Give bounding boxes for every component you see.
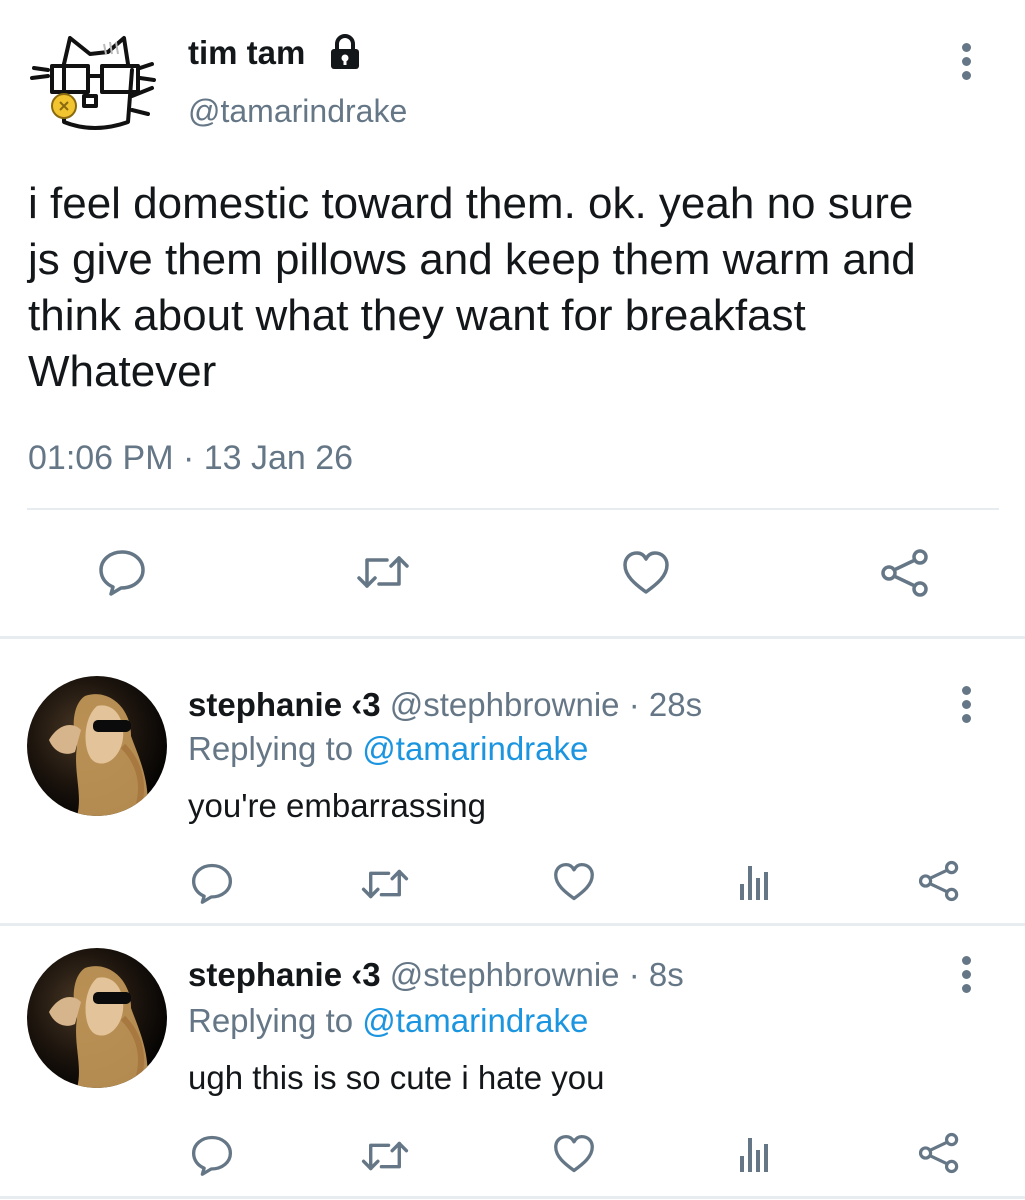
tweet-text-line: js give them pillows and keep them warm …: [28, 235, 916, 284]
lock-icon: [329, 34, 361, 70]
reply-text: ugh this is so cute i hate you: [188, 1059, 605, 1096]
more-options-icon[interactable]: [962, 686, 971, 728]
retweet-icon[interactable]: [360, 866, 410, 902]
heart-icon[interactable]: [621, 550, 671, 596]
tweet-text-line: think about what they want for breakfast: [28, 291, 806, 340]
reply-handle[interactable]: @stephbrownie: [390, 686, 620, 723]
reply-author-avatar[interactable]: [27, 948, 167, 1088]
replying-to-line: Replying to @tamarindrake: [188, 1002, 588, 1040]
reply-icon[interactable]: [190, 1134, 234, 1176]
reply-time: · 8s: [628, 956, 684, 993]
share-icon[interactable]: [918, 860, 960, 902]
more-options-icon[interactable]: [962, 956, 971, 998]
tweet-text: i feel domestic toward them. ok. yeah no…: [28, 176, 916, 400]
retweet-icon[interactable]: [355, 552, 411, 592]
author-avatar[interactable]: [24, 30, 164, 140]
divider: [0, 1196, 1025, 1199]
replying-to-line: Replying to @tamarindrake: [188, 730, 588, 768]
profile-photo-icon: [49, 694, 148, 816]
reply-display-name[interactable]: stephanie ‹3: [188, 956, 381, 993]
reply-text: you're embarrassing: [188, 787, 486, 824]
heart-icon[interactable]: [552, 1134, 596, 1174]
reply-time: · 28s: [628, 686, 703, 723]
divider: [27, 508, 999, 510]
reply-handle[interactable]: @stephbrownie: [390, 956, 620, 993]
replying-to-prefix: Replying to: [188, 1002, 354, 1039]
retweet-icon[interactable]: [360, 1138, 410, 1174]
heart-icon[interactable]: [552, 862, 596, 902]
divider: [0, 636, 1025, 639]
profile-photo-icon: [49, 966, 148, 1088]
replying-to-link[interactable]: @tamarindrake: [362, 730, 588, 767]
cat-glasses-drawing-icon: [30, 36, 156, 130]
reply-author-avatar[interactable]: [27, 676, 167, 816]
divider: [0, 923, 1025, 926]
analytics-icon[interactable]: [738, 862, 774, 902]
replying-to-link[interactable]: @tamarindrake: [362, 1002, 588, 1039]
tweet-timestamp[interactable]: 01:06 PM · 13 Jan 26: [28, 438, 353, 478]
reply-icon[interactable]: [97, 548, 147, 596]
more-options-icon[interactable]: [962, 43, 971, 85]
tweet-text-line: Whatever: [28, 347, 217, 396]
author-handle[interactable]: @tamarindrake: [188, 92, 407, 130]
replying-to-prefix: Replying to: [188, 730, 354, 767]
share-icon[interactable]: [918, 1132, 960, 1174]
reply-header: stephanie ‹3 @stephbrownie · 8s: [188, 956, 684, 994]
reply-header: stephanie ‹3 @stephbrownie · 28s: [188, 686, 702, 724]
author-display-name[interactable]: tim tam: [188, 34, 305, 72]
share-icon[interactable]: [880, 548, 930, 598]
analytics-icon[interactable]: [738, 1134, 774, 1174]
reply-display-name[interactable]: stephanie ‹3: [188, 686, 381, 723]
reply-icon[interactable]: [190, 862, 234, 904]
tweet-text-line: i feel domestic toward them. ok. yeah no…: [28, 179, 914, 228]
